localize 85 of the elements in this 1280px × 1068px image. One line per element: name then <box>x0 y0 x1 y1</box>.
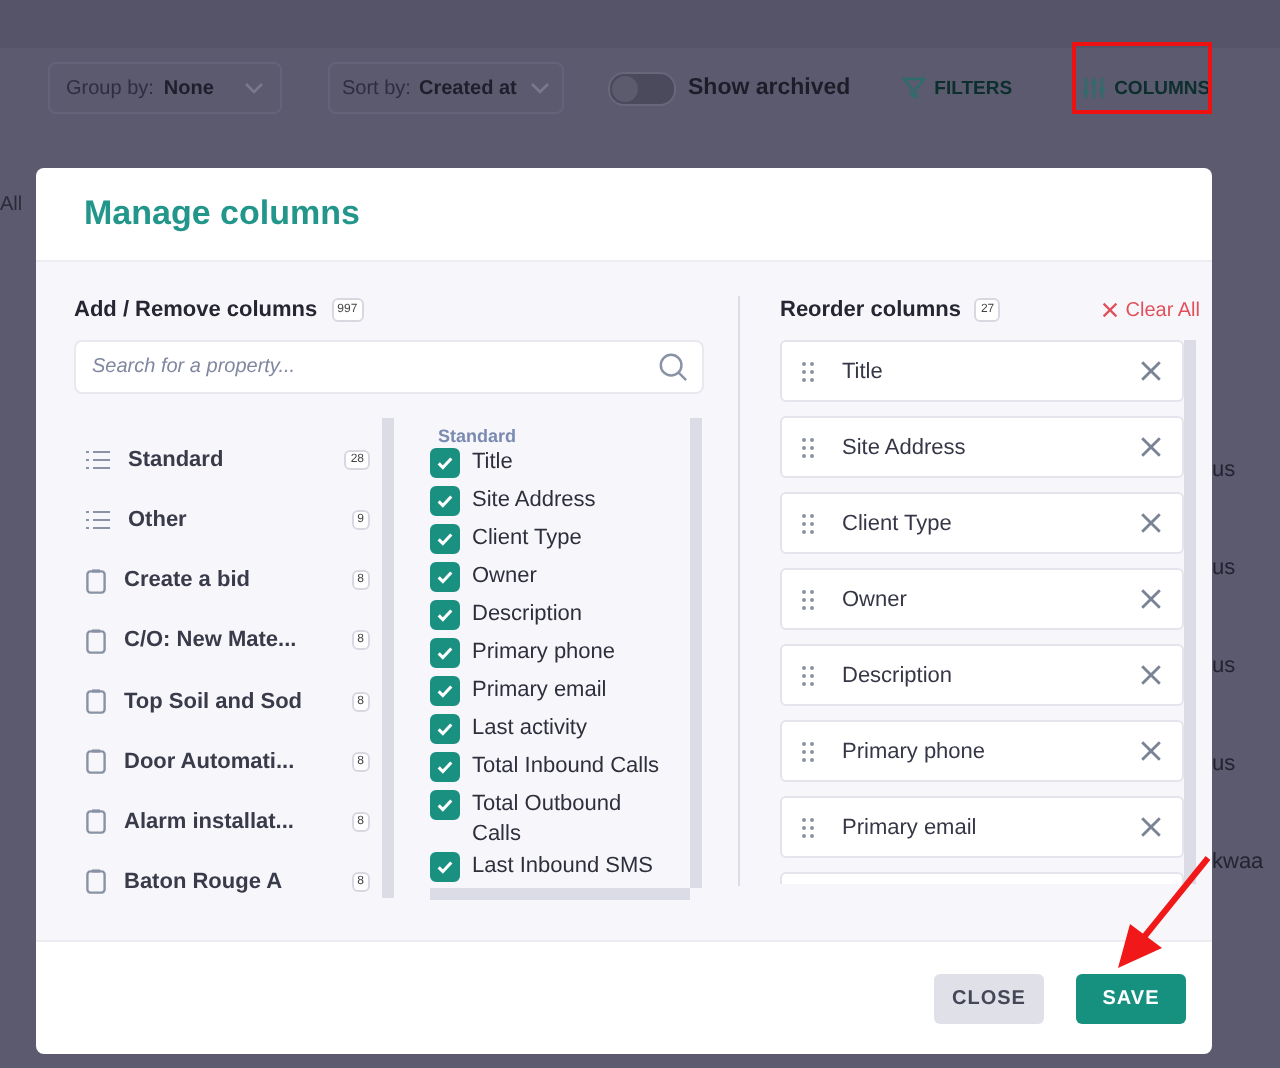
drag-handle-icon[interactable] <box>802 513 814 533</box>
remove-icon[interactable] <box>1140 816 1162 838</box>
text-fragment: us <box>1212 458 1238 486</box>
filter-icon <box>902 76 927 100</box>
check-icon <box>436 606 454 624</box>
clipboard-icon <box>86 688 106 715</box>
highlight-rectangle <box>1072 42 1212 114</box>
search-field[interactable]: Search for a property... <box>74 340 704 394</box>
remove-icon[interactable] <box>1140 740 1162 762</box>
checkbox[interactable] <box>430 448 460 478</box>
checkbox[interactable] <box>430 676 460 706</box>
chevron-down-icon <box>530 82 550 94</box>
archived-toggle[interactable] <box>608 71 676 105</box>
column-item[interactable]: Description <box>780 644 1184 706</box>
drag-handle-icon[interactable] <box>802 437 814 457</box>
column-item[interactable]: Primary email <box>780 796 1184 858</box>
check-icon <box>436 758 454 776</box>
show-archived-label: Show archived <box>688 76 851 100</box>
text-fragment: us <box>1212 556 1238 584</box>
checkbox[interactable] <box>430 562 460 592</box>
text-fragment: us <box>1212 752 1238 780</box>
check-icon <box>436 720 454 738</box>
column-item[interactable]: Site Address <box>780 416 1184 478</box>
group-heading: Standard <box>438 426 519 446</box>
drag-handle-icon[interactable] <box>802 817 814 837</box>
search-icon <box>658 352 688 382</box>
section-heading: Reorder columns <box>780 298 961 322</box>
drag-handle-icon[interactable] <box>802 361 814 381</box>
check-icon <box>436 644 454 662</box>
drag-handle-icon[interactable] <box>802 741 814 761</box>
field-label: Total Inbound Calls <box>472 752 660 782</box>
close-icon <box>1101 302 1118 318</box>
field-label: Primary email <box>472 676 607 706</box>
field-label: Description <box>472 600 583 630</box>
sliders-icon <box>1082 76 1107 100</box>
text-fragment: kwaa <box>1212 850 1266 878</box>
field-label: Owner <box>472 562 537 592</box>
field-label: Total Outbound Calls <box>472 790 624 850</box>
list-icon <box>86 510 110 531</box>
checkbox[interactable] <box>430 524 460 554</box>
section-heading: Add / Remove columns <box>74 298 318 322</box>
checkbox[interactable] <box>430 852 460 882</box>
field-label: Primary phone <box>472 638 616 668</box>
checkbox[interactable] <box>430 638 460 668</box>
drag-handle-icon[interactable] <box>802 589 814 609</box>
arrow-annotation <box>1112 854 1212 974</box>
checkbox[interactable] <box>430 600 460 630</box>
field-label: Last Inbound SMS <box>472 852 654 882</box>
check-icon <box>436 492 454 510</box>
clear-all-link[interactable]: Clear All <box>1101 299 1200 321</box>
clipboard-icon <box>86 748 106 775</box>
checkbox[interactable] <box>430 752 460 782</box>
remove-icon[interactable] <box>1140 512 1162 534</box>
check-icon <box>436 796 454 814</box>
check-icon <box>436 858 454 876</box>
remove-icon[interactable] <box>1140 588 1162 610</box>
field-label: Site Address <box>472 486 596 516</box>
column-item[interactable]: Client Type <box>780 492 1184 554</box>
chevron-down-icon <box>244 82 264 94</box>
clipboard-icon <box>86 567 106 594</box>
remove-icon[interactable] <box>1140 360 1162 382</box>
check-icon <box>436 682 454 700</box>
check-icon <box>436 568 454 586</box>
field-label: Client Type <box>472 524 582 554</box>
clipboard-icon <box>86 868 106 895</box>
text-fragment: us <box>1212 654 1238 682</box>
column-item[interactable]: Primary phone <box>780 720 1184 782</box>
drag-handle-icon[interactable] <box>802 665 814 685</box>
field-label: Title <box>472 448 513 478</box>
check-icon <box>436 530 454 548</box>
list-icon <box>86 450 110 471</box>
field-label: Last activity <box>472 714 587 744</box>
checkbox[interactable] <box>430 486 460 516</box>
remove-icon[interactable] <box>1140 664 1162 686</box>
checkbox[interactable] <box>430 714 460 744</box>
checkbox[interactable] <box>430 790 460 820</box>
remove-icon[interactable] <box>1140 436 1162 458</box>
clipboard-icon <box>86 808 106 835</box>
column-item[interactable]: Title <box>780 340 1184 402</box>
column-item[interactable]: Owner <box>780 568 1184 630</box>
check-icon <box>436 454 454 472</box>
dialog-title: Manage columns <box>84 194 360 234</box>
save-button[interactable]: SAVE <box>1076 973 1186 1023</box>
clipboard-icon <box>86 627 106 654</box>
close-button[interactable]: CLOSE <box>934 973 1044 1023</box>
